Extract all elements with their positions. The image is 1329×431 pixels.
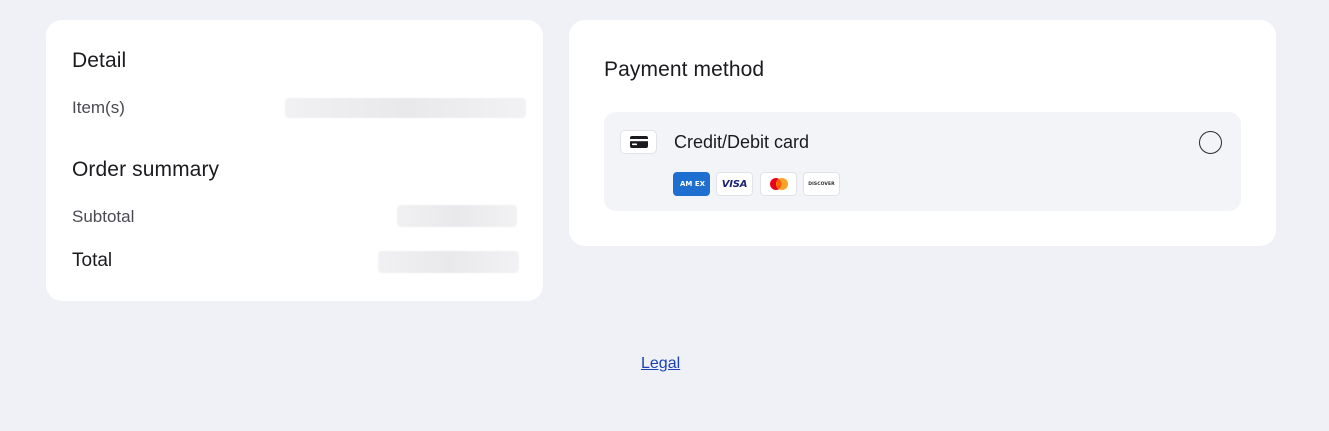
visa-logo-text: VISA bbox=[721, 178, 748, 190]
legal-link[interactable]: Legal bbox=[641, 355, 680, 373]
detail-title: Detail bbox=[72, 49, 127, 72]
items-label: Item(s) bbox=[72, 98, 125, 117]
amex-icon: AM EX bbox=[673, 172, 710, 196]
payment-option-radio[interactable] bbox=[1199, 131, 1222, 154]
total-label: Total bbox=[72, 250, 113, 271]
payment-option-label: Credit/Debit card bbox=[674, 132, 810, 152]
items-value-placeholder bbox=[285, 98, 526, 118]
subtotal-label: Subtotal bbox=[72, 207, 135, 226]
mastercard-icon bbox=[760, 172, 797, 196]
order-detail-card: Detail Item(s) Order summary Subtotal To… bbox=[46, 20, 543, 301]
payment-option-credit-card[interactable]: Credit/Debit card AM EX VISA DISCOVER bbox=[604, 112, 1241, 211]
total-value-placeholder bbox=[378, 251, 519, 273]
credit-card-icon bbox=[620, 130, 657, 154]
discover-logo-text: DISCOVER bbox=[808, 181, 835, 187]
checkout-page: Detail Item(s) Order summary Subtotal To… bbox=[0, 0, 1329, 431]
payment-method-title: Payment method bbox=[604, 58, 765, 81]
amex-logo-text: AM EX bbox=[680, 180, 705, 188]
order-summary-title: Order summary bbox=[72, 158, 220, 181]
subtotal-value-placeholder bbox=[397, 205, 517, 227]
visa-icon: VISA bbox=[716, 172, 753, 196]
payment-method-card: Payment method Credit/Debit card AM EX V… bbox=[569, 20, 1276, 246]
discover-icon: DISCOVER bbox=[803, 172, 840, 196]
